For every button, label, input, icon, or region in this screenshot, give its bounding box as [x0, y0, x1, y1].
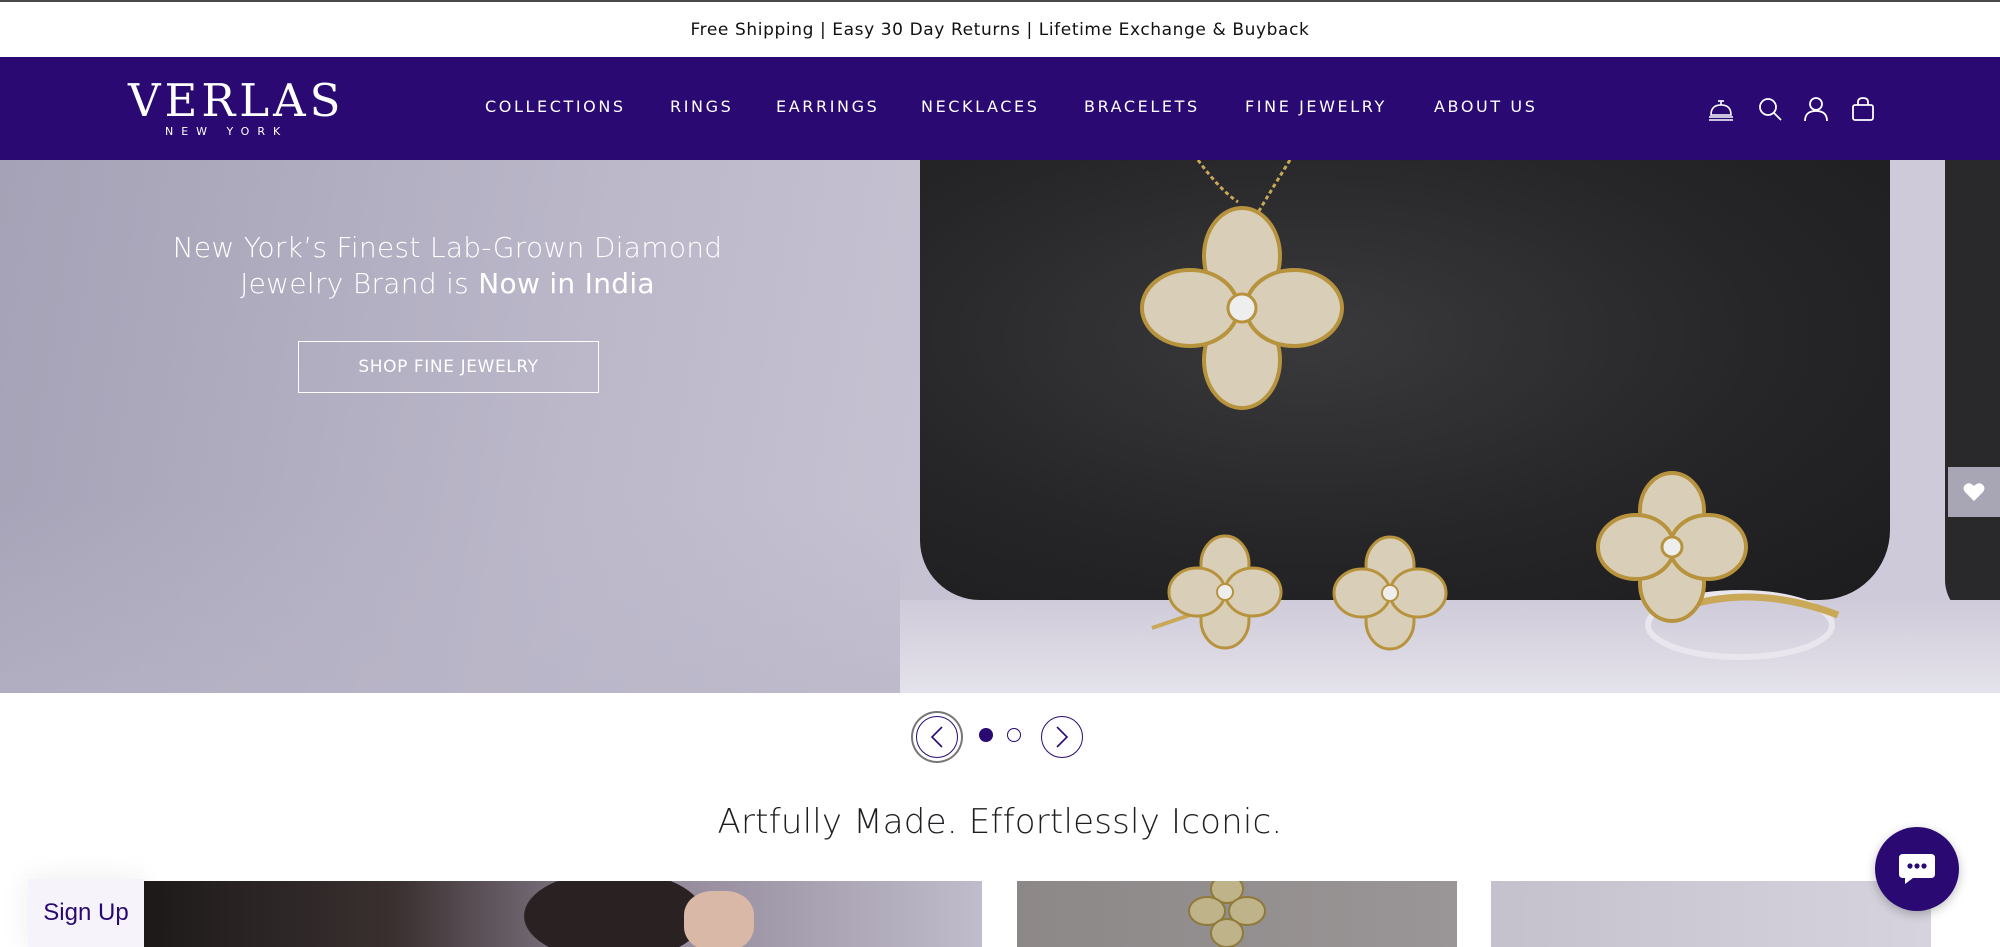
hero-banner: New York’s Finest Lab-Grown Diamond Jewe…	[0, 160, 2000, 693]
ring-image	[1596, 471, 1840, 660]
earring-left-image	[1151, 534, 1283, 650]
concierge-bell-icon[interactable]	[1707, 95, 1735, 123]
carousel-prev-button[interactable]	[916, 716, 958, 758]
collection-tile-2[interactable]	[1017, 881, 1457, 947]
wishlist-tab[interactable]	[1948, 467, 2000, 517]
announcement-text: Free Shipping | Easy 30 Day Returns | Li…	[690, 19, 1310, 40]
account-icon[interactable]	[1802, 95, 1830, 123]
nav-item-necklaces[interactable]: NECKLACES	[921, 97, 1040, 116]
shopping-bag-icon[interactable]	[1849, 95, 1877, 123]
chat-bubble-icon	[1899, 854, 1935, 884]
chevron-left-icon	[930, 726, 943, 748]
hero-headline-line2-light: Jewelry Brand is	[240, 267, 479, 300]
nav-item-fine-jewelry[interactable]: FINE JEWELRY	[1245, 97, 1387, 116]
model-photo-hand	[684, 891, 754, 947]
hero-display-block-edge	[1945, 160, 2000, 620]
hero-headline-line1: New York’s Finest Lab-Grown Diamond	[172, 231, 723, 264]
nav-item-about-us[interactable]: ABOUT US	[1434, 97, 1537, 116]
model-photo-hair	[524, 881, 704, 947]
chat-widget-button[interactable]	[1875, 827, 1959, 911]
carousel-dot-2[interactable]	[1007, 728, 1021, 742]
heart-icon	[1963, 483, 1985, 501]
brand-wordmark: VERLAS	[128, 74, 345, 127]
collection-tile-3[interactable]	[1491, 881, 1931, 947]
collection-tile-1[interactable]	[144, 881, 982, 947]
hero-headline: New York’s Finest Lab-Grown Diamond Jewe…	[150, 230, 745, 302]
carousel-next-button[interactable]	[1041, 716, 1083, 758]
earring-right-image	[1332, 535, 1448, 651]
nav-item-collections[interactable]: COLLECTIONS	[485, 97, 626, 116]
nav-item-earrings[interactable]: EARRINGS	[776, 97, 879, 116]
hero-floor-shadow	[0, 500, 900, 693]
carousel-dot-1[interactable]	[979, 728, 993, 742]
necklace-pendant-image	[1140, 160, 1344, 410]
signup-button[interactable]: Sign Up	[28, 879, 144, 947]
search-icon[interactable]	[1756, 95, 1784, 123]
nav-item-bracelets[interactable]: BRACELETS	[1084, 97, 1200, 116]
chevron-right-icon	[1056, 726, 1069, 748]
pendant-photo	[1188, 881, 1266, 947]
nav-item-rings[interactable]: RINGS	[670, 97, 733, 116]
shop-fine-jewelry-button[interactable]: SHOP FINE JEWELRY	[298, 341, 599, 393]
section-title: Artfully Made. Effortlessly Iconic.	[717, 802, 1283, 842]
brand-logo[interactable]: VERLAS NEW YORK	[128, 74, 345, 139]
hero-headline-line2: Jewelry Brand is Now in India	[150, 266, 745, 302]
hero-headline-line2-strong: Now in India	[478, 267, 655, 300]
site-header: VERLAS NEW YORK COLLECTIONS RINGS EARRIN…	[0, 57, 2000, 160]
announcement-bar: Free Shipping | Easy 30 Day Returns | Li…	[0, 0, 2000, 57]
